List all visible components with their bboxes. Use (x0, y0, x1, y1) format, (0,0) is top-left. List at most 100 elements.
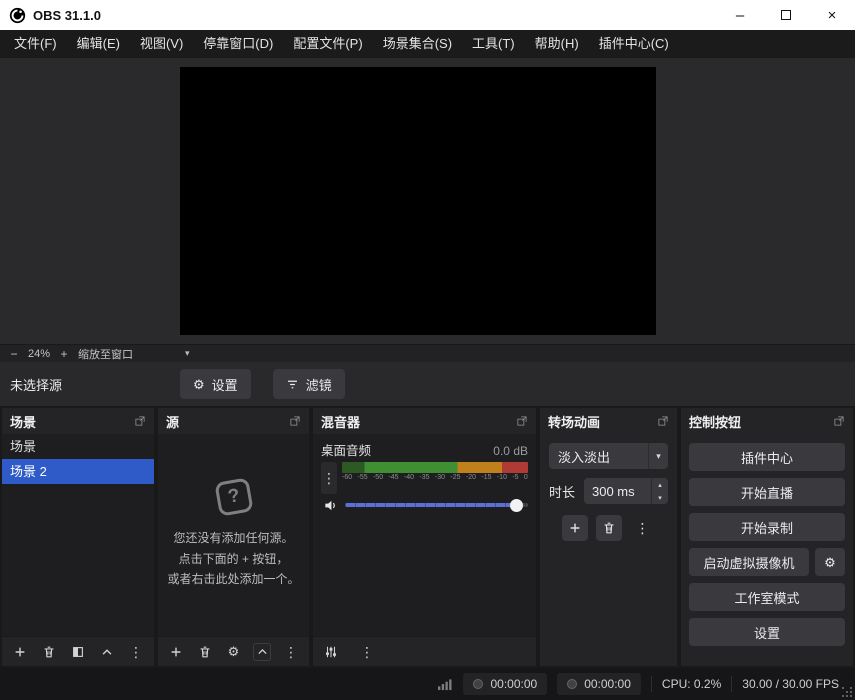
source-properties-button[interactable]: ⚙ (225, 643, 243, 661)
scene-item-selected[interactable]: 场景 2 (2, 459, 154, 484)
transitions-panel-title: 转场动画 (548, 412, 600, 431)
recording-time-value: 00:00:00 (490, 677, 537, 691)
meter-tick: -60 (342, 474, 352, 481)
title-bar: OBS 31.1.0 – × (0, 0, 855, 30)
scene-filters-button[interactable] (69, 643, 87, 661)
meter-tick: -20 (466, 474, 476, 481)
meter-tick: -10 (497, 474, 507, 481)
meter-tick: -55 (357, 474, 367, 481)
volume-slider-handle[interactable] (510, 499, 523, 512)
channel-menu-button[interactable]: ⋮ (321, 462, 337, 494)
start-recording-button[interactable]: 开始录制 (689, 513, 845, 541)
menu-plugin-center[interactable]: 插件中心(C) (589, 30, 679, 58)
start-streaming-button[interactable]: 开始直播 (689, 478, 845, 506)
resize-grip[interactable] (842, 687, 853, 698)
gear-icon: ⚙ (193, 378, 205, 391)
meter-tick: -50 (373, 474, 383, 481)
duration-decrease-button[interactable]: ▾ (652, 491, 668, 504)
move-scene-up-button[interactable] (98, 643, 116, 661)
close-button[interactable]: × (809, 0, 855, 30)
scenes-more-button[interactable]: ⋮ (127, 643, 145, 661)
menu-docks[interactable]: 停靠窗口(D) (193, 30, 283, 58)
controls-panel: 控制按钮 插件中心 开始直播 开始录制 启动虚拟摄像机 ⚙ 工作室模式 设置 (681, 408, 853, 666)
duration-spinbox[interactable]: 300 ms ▴ ▾ (584, 478, 668, 504)
transitions-panel: 转场动画 淡入淡出 ▾ 时长 300 ms ▴ ▾ (540, 408, 677, 666)
remove-source-button[interactable] (196, 643, 214, 661)
transition-select[interactable]: 淡入淡出 ▾ (549, 443, 668, 469)
menu-scene-collection[interactable]: 场景集合(S) (373, 30, 462, 58)
meter-scale: -60 -55 -50 -45 -40 -35 -30 -25 -20 -15 … (342, 474, 528, 481)
sources-panel: 源 ? 您还没有添加任何源。 点击下面的 + 按钮， 或者右击此处添加一个。 ⚙… (158, 408, 309, 666)
filters-button-label: 滤镜 (306, 375, 332, 394)
preview-canvas[interactable] (180, 67, 656, 335)
audio-level-db: 0.0 dB (493, 444, 528, 458)
meter-tick: -30 (435, 474, 445, 481)
controls-body: 插件中心 开始直播 开始录制 启动虚拟摄像机 ⚙ 工作室模式 设置 (681, 434, 853, 666)
zoom-dropdown-caret-icon[interactable]: ▾ (185, 348, 190, 359)
transition-more-button[interactable]: ⋮ (630, 515, 656, 541)
studio-mode-button[interactable]: 工作室模式 (689, 583, 845, 611)
remove-scene-button[interactable] (40, 643, 58, 661)
transitions-body: 淡入淡出 ▾ 时长 300 ms ▴ ▾ ⋮ (540, 434, 677, 666)
mute-speaker-button[interactable] (321, 496, 339, 514)
move-source-up-button[interactable] (253, 643, 271, 661)
recording-timer: 00:00:00 (463, 673, 547, 695)
filter-icon (286, 378, 299, 391)
zoom-bar: − 24% + 缩放至窗口 ▾ (0, 344, 855, 362)
meter-tick: -40 (404, 474, 414, 481)
minimize-button[interactable]: – (717, 0, 763, 30)
menu-profile[interactable]: 配置文件(P) (283, 30, 372, 58)
filters-button[interactable]: 滤镜 (273, 369, 345, 399)
zoom-fit-label[interactable]: 缩放至窗口 (78, 346, 133, 362)
popout-dock-icon[interactable] (657, 415, 669, 427)
scenes-toolbar: ⋮ (2, 636, 154, 666)
chevron-down-icon: ▾ (648, 443, 668, 469)
record-status-dot-icon (473, 679, 483, 689)
sources-panel-title: 源 (166, 412, 179, 431)
maximize-icon (781, 10, 791, 20)
obs-logo-icon (9, 7, 26, 24)
dock-area: 场景 场景 场景 2 ⋮ 源 ? 您还没有添加任何源。 (0, 406, 855, 668)
mixer-panel: 混音器 桌面音频 0.0 dB ⋮ -60 -55 -50 -45 (313, 408, 536, 666)
duration-label: 时长 (549, 482, 575, 501)
zoom-in-button[interactable]: + (58, 347, 70, 361)
menu-edit[interactable]: 编辑(E) (67, 30, 130, 58)
preview-area (0, 58, 855, 344)
empty-text-line: 或者右击此处添加一个。 (167, 569, 299, 589)
add-scene-button[interactable] (11, 643, 29, 661)
popout-dock-icon[interactable] (289, 415, 301, 427)
meter-tick: -25 (450, 474, 460, 481)
meter-tick: -35 (419, 474, 429, 481)
menu-tools[interactable]: 工具(T) (462, 30, 525, 58)
mixer-more-button[interactable]: ⋮ (358, 643, 376, 661)
scenes-panel-title: 场景 (10, 412, 36, 431)
duration-increase-button[interactable]: ▴ (652, 478, 668, 491)
menu-view[interactable]: 视图(V) (130, 30, 193, 58)
divider (651, 676, 652, 692)
settings-button[interactable]: 设置 (689, 618, 845, 646)
popout-dock-icon[interactable] (516, 415, 528, 427)
plugin-center-button[interactable]: 插件中心 (689, 443, 845, 471)
remove-transition-button[interactable] (596, 515, 622, 541)
volume-slider[interactable] (345, 498, 528, 513)
properties-button[interactable]: ⚙ 设置 (180, 369, 251, 399)
menu-help[interactable]: 帮助(H) (525, 30, 589, 58)
volume-meter (342, 462, 528, 473)
divider (731, 676, 732, 692)
meter-tick: -5 (512, 474, 518, 481)
network-signal-icon (437, 678, 453, 691)
virtual-camera-settings-button[interactable]: ⚙ (815, 548, 845, 576)
popout-dock-icon[interactable] (833, 415, 845, 427)
advanced-audio-button[interactable] (322, 643, 340, 661)
source-list[interactable]: ? 您还没有添加任何源。 点击下面的 + 按钮， 或者右击此处添加一个。 (158, 434, 309, 636)
sources-more-button[interactable]: ⋮ (282, 643, 300, 661)
menu-bar: 文件(F) 编辑(E) 视图(V) 停靠窗口(D) 配置文件(P) 场景集合(S… (0, 30, 855, 58)
scene-item[interactable]: 场景 (2, 434, 154, 459)
menu-file[interactable]: 文件(F) (4, 30, 67, 58)
maximize-button[interactable] (763, 0, 809, 30)
add-source-button[interactable] (167, 643, 185, 661)
start-virtual-camera-button[interactable]: 启动虚拟摄像机 (689, 548, 809, 576)
popout-dock-icon[interactable] (134, 415, 146, 427)
add-transition-button[interactable] (562, 515, 588, 541)
zoom-out-button[interactable]: − (8, 347, 20, 361)
